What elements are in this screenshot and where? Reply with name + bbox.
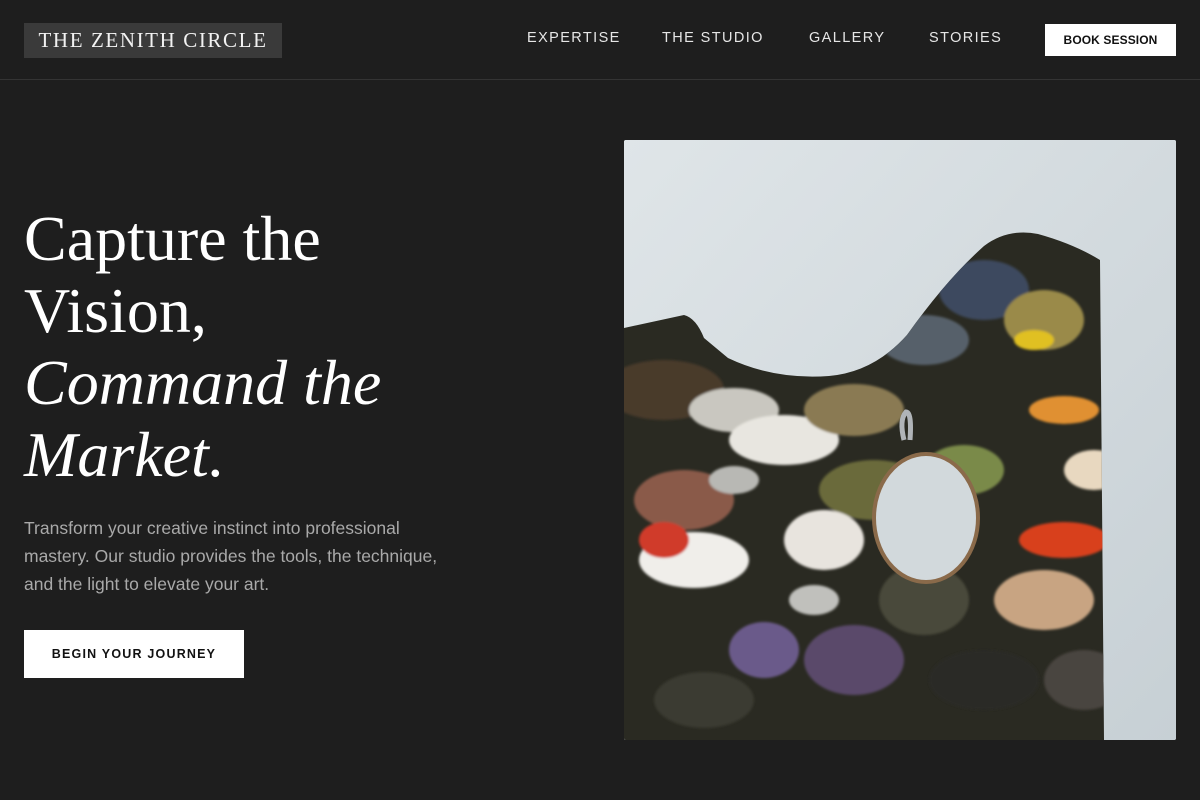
hero-title-line-1: Capture the [24,203,321,274]
site-logo[interactable]: THE ZENITH CIRCLE [24,23,282,58]
begin-journey-button[interactable]: BEGIN YOUR JOURNEY [24,630,244,678]
site-header: THE ZENITH CIRCLE EXPERTISE THE STUDIO G… [0,0,1200,80]
nav-link-stories[interactable]: STORIES [929,30,1002,48]
hero-title-line-3: Command the [24,347,382,418]
hero-title: Capture the Vision, Command the Market. [24,203,381,491]
paint-palette-illustration [624,140,1176,740]
hero-title-line-2: Vision, [24,275,207,346]
hero-description: Transform your creative instinct into pr… [24,518,438,594]
nav-link-expertise[interactable]: EXPERTISE [527,30,621,48]
nav-link-gallery[interactable]: GALLERY [809,30,885,48]
book-session-button[interactable]: BOOK SESSION [1045,24,1176,56]
nav-link-the-studio[interactable]: THE STUDIO [662,30,764,48]
paint-palette-image [624,140,1176,740]
hero-title-line-4: Market. [24,419,225,490]
